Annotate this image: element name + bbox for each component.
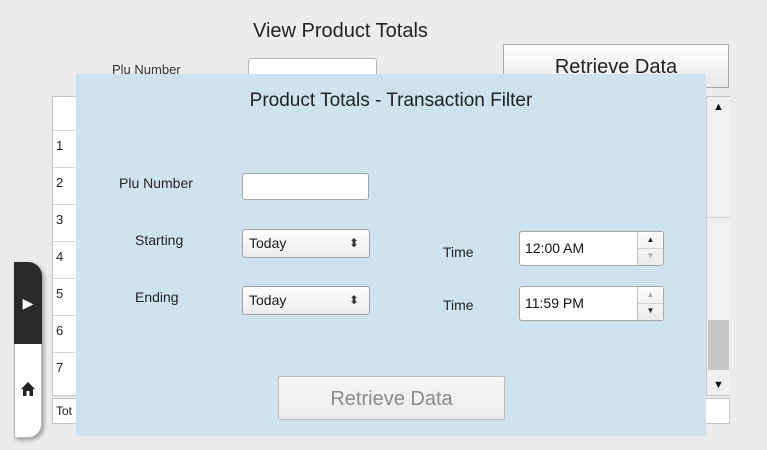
end-time-field[interactable]: 11:59 PM ▲ ▼	[519, 286, 664, 321]
up-down-caret-icon: ⬍	[348, 236, 359, 250]
row-divider	[53, 241, 75, 242]
scroll-down-arrow-icon[interactable]: ▼	[707, 375, 730, 395]
table-row-number: 3	[56, 212, 64, 227]
scroll-track-divider	[707, 217, 730, 218]
table-row-number: 4	[56, 249, 64, 264]
side-drawer-tab[interactable]: ▶	[14, 262, 42, 438]
ending-label: Ending	[135, 289, 179, 305]
starting-select[interactable]: Today ⬍	[242, 229, 370, 258]
end-time-spinner[interactable]: ▲ ▼	[637, 287, 663, 320]
screen: View Product Totals Plu Number Retrieve …	[0, 0, 767, 450]
row-divider	[53, 315, 75, 316]
scroll-thumb[interactable]	[708, 320, 729, 370]
starting-value: Today	[249, 235, 287, 251]
row-divider	[53, 204, 75, 205]
increment-arrow-icon[interactable]: ▲	[638, 232, 663, 249]
start-time-value: 12:00 AM	[525, 240, 585, 256]
plu-number-input[interactable]	[242, 173, 369, 200]
page-title: View Product Totals	[253, 20, 428, 42]
row-divider	[53, 278, 75, 279]
table-scrollbar[interactable]: ▲ ▼	[706, 97, 730, 395]
scroll-up-arrow-icon[interactable]: ▲	[707, 97, 730, 117]
end-time-label: Time	[443, 297, 474, 313]
decrement-arrow-icon[interactable]: ▼	[638, 248, 663, 264]
table-row-number: 6	[56, 323, 64, 338]
row-divider	[53, 352, 75, 353]
plu-number-label: Plu Number	[119, 175, 193, 191]
row-divider	[53, 167, 75, 168]
home-icon[interactable]	[15, 381, 41, 402]
up-down-caret-icon: ⬍	[348, 293, 359, 307]
start-time-spinner[interactable]: ▲ ▼	[637, 232, 663, 265]
increment-arrow-icon[interactable]: ▲	[638, 287, 663, 304]
table-row-number: 1	[56, 138, 64, 153]
end-time-value: 11:59 PM	[525, 295, 584, 311]
start-time-field[interactable]: 12:00 AM ▲ ▼	[519, 231, 664, 266]
transaction-filter-dialog: Product Totals - Transaction Filter Plu …	[76, 74, 706, 436]
row-divider	[53, 130, 75, 131]
ending-value: Today	[249, 292, 287, 308]
table-row-number: 7	[56, 360, 64, 375]
starting-label: Starting	[135, 232, 184, 248]
decrement-arrow-icon[interactable]: ▼	[638, 303, 663, 319]
dialog-title: Product Totals - Transaction Filter	[249, 90, 533, 111]
plu-number-label: Plu Number	[112, 62, 181, 74]
table-row-number: 2	[56, 175, 64, 190]
table-row-number: 5	[56, 286, 64, 301]
play-arrow-icon[interactable]: ▶	[14, 262, 42, 344]
start-time-label: Time	[443, 244, 474, 260]
retrieve-data-button[interactable]: Retrieve Data	[278, 376, 505, 420]
ending-select[interactable]: Today ⬍	[242, 286, 370, 315]
